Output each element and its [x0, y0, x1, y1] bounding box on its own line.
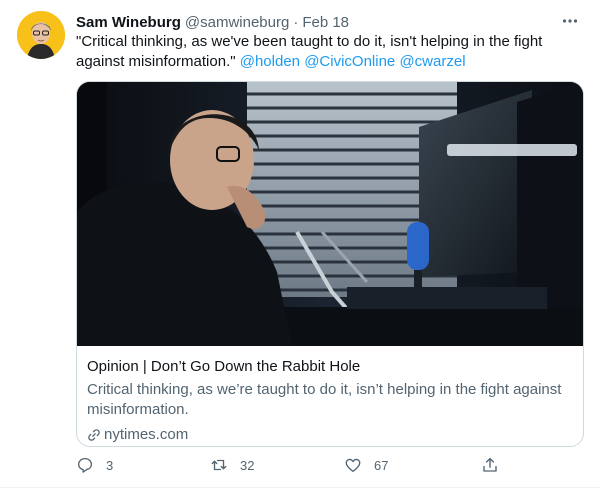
card-domain-text: nytimes.com	[104, 426, 189, 443]
share-button[interactable]	[481, 456, 499, 474]
retweet-button[interactable]: 32	[210, 456, 254, 474]
reply-count: 3	[106, 457, 114, 473]
tweet-header: Sam Wineburg @samwineburg · Feb 18	[76, 12, 581, 32]
card-title[interactable]: Opinion | Don’t Go Down the Rabbit Hole	[87, 357, 573, 377]
retweet-icon	[211, 459, 227, 471]
card-description: Critical thinking, as we’re taught to do…	[87, 381, 562, 418]
avatar[interactable]	[17, 11, 65, 59]
share-icon	[483, 457, 497, 472]
reply-button[interactable]: 3	[76, 456, 113, 474]
retweet-count: 32	[240, 457, 255, 473]
author-name[interactable]: Sam Wineburg	[76, 14, 181, 31]
link-icon	[88, 429, 100, 441]
tweet-date[interactable]: Feb 18	[302, 14, 349, 31]
card-image[interactable]	[77, 82, 583, 346]
author-handle[interactable]: @samwineburg	[185, 14, 289, 31]
reply-icon	[77, 457, 93, 473]
tweet[interactable]: Sam Wineburg @samwineburg · Feb 18 "Crit…	[0, 0, 601, 488]
separator-dot: ·	[293, 13, 299, 31]
heart-icon	[345, 458, 361, 473]
tweet-actions: 3 32 67	[76, 456, 506, 478]
mention-cwarzel[interactable]: @cwarzel	[399, 53, 465, 70]
like-count: 67	[374, 457, 389, 473]
mention-civiconline[interactable]: @CivicOnline	[304, 53, 395, 70]
link-card[interactable]: Opinion | Don’t Go Down the Rabbit Hole …	[76, 81, 584, 447]
tweet-text: "Critical thinking, as we've been taught…	[76, 32, 576, 72]
like-button[interactable]: 67	[344, 456, 388, 474]
more-icon[interactable]	[561, 12, 579, 30]
mention-holden[interactable]: @holden	[240, 53, 300, 70]
avatar-image	[17, 11, 65, 59]
card-body: Opinion | Don’t Go Down the Rabbit Hole …	[87, 357, 573, 445]
card-domain: nytimes.com	[87, 425, 573, 445]
